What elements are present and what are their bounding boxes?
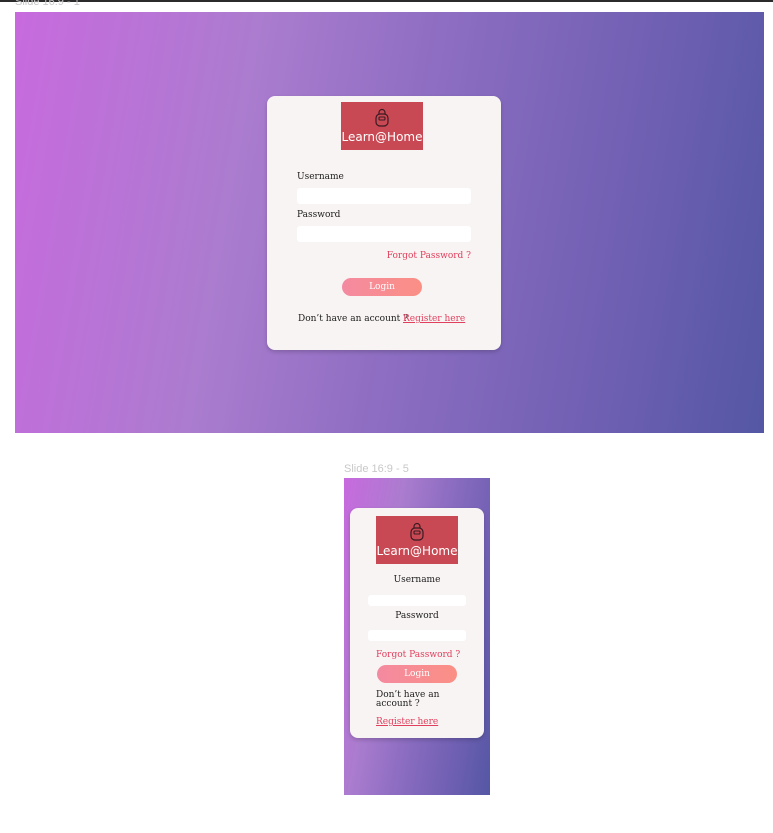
mobile-logo: Learn@Home: [376, 516, 458, 564]
mobile-logo-text: Learn@Home: [376, 544, 458, 558]
mobile-username-input[interactable]: [368, 595, 466, 606]
desktop-frame-label: Slide 16:9 - 1: [15, 0, 80, 8]
desktop-no-account-text: Don’t have an account ?: [298, 314, 408, 324]
desktop-login-button[interactable]: Login: [342, 278, 422, 296]
mobile-username-label: Username: [393, 575, 441, 585]
mobile-no-account-text: Don’t have an account ?: [376, 690, 440, 709]
backpack-icon: [375, 108, 389, 127]
desktop-password-input[interactable]: [297, 226, 471, 242]
backpack-icon: [410, 522, 424, 541]
mobile-frame-label: Slide 16:9 - 5: [344, 463, 409, 475]
desktop-register-link[interactable]: Register here: [403, 314, 465, 324]
desktop-password-label: Password: [297, 210, 341, 220]
desktop-slide: Learn@Home Username Password Forgot Pass…: [15, 12, 764, 433]
mobile-password-input[interactable]: [368, 630, 466, 641]
mobile-forgot-password-link[interactable]: Forgot Password ?: [376, 650, 460, 660]
desktop-username-label: Username: [297, 172, 344, 182]
desktop-login-card: Learn@Home Username Password Forgot Pass…: [267, 96, 501, 350]
mobile-login-button[interactable]: Login: [377, 665, 457, 683]
top-border: [0, 0, 773, 2]
mobile-login-card: Learn@Home Username Password Forgot Pass…: [350, 508, 484, 738]
mobile-password-label: Password: [395, 611, 439, 621]
mobile-slide: Learn@Home Username Password Forgot Pass…: [344, 478, 490, 795]
mobile-register-link[interactable]: Register here: [376, 717, 438, 727]
desktop-logo: Learn@Home: [341, 102, 423, 150]
desktop-logo-text: Learn@Home: [341, 130, 423, 144]
desktop-username-input[interactable]: [297, 188, 471, 204]
desktop-forgot-password-link[interactable]: Forgot Password ?: [387, 251, 471, 261]
